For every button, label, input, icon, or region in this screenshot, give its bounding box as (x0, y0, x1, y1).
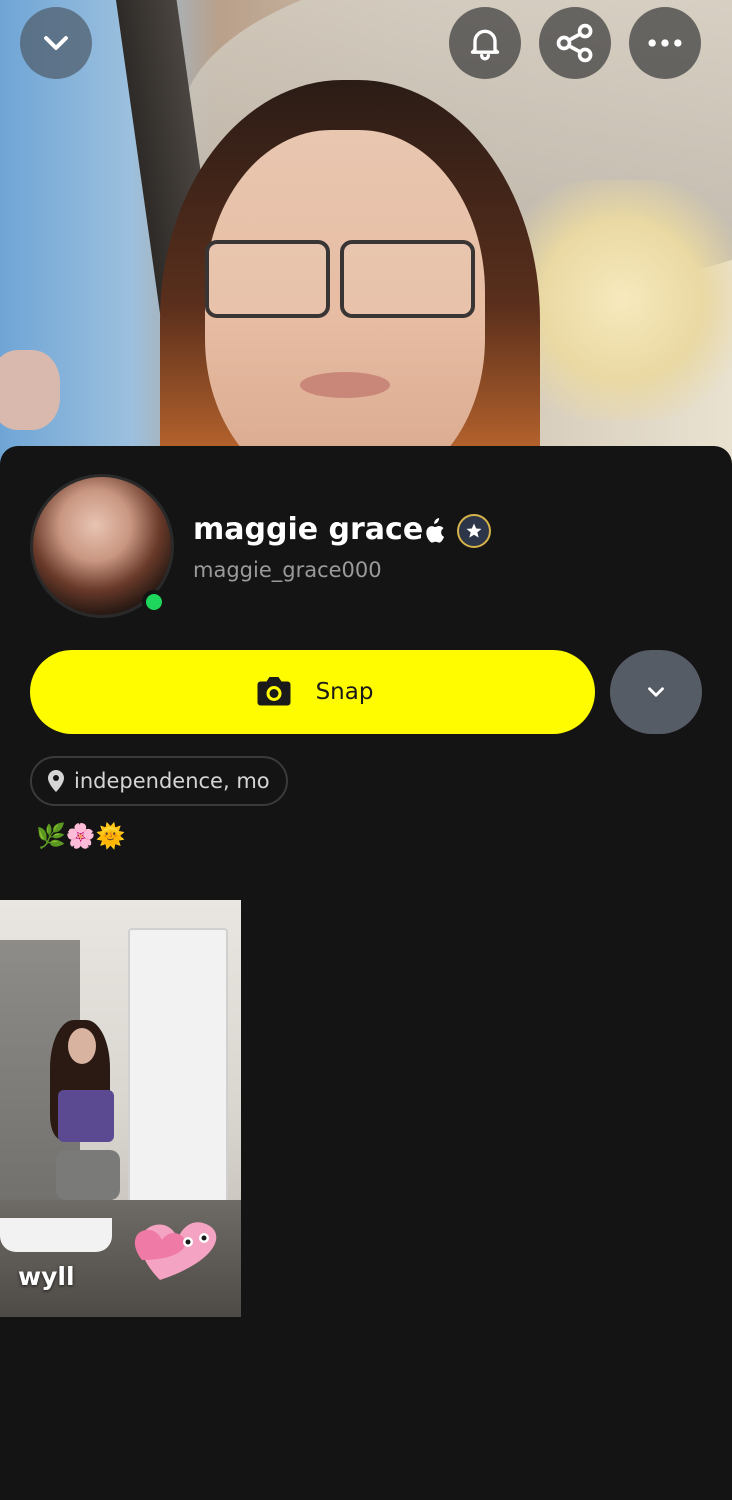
snap-button[interactable]: Snap (30, 650, 595, 734)
location-chip[interactable]: independence, mo (30, 756, 288, 806)
chevron-down-icon (44, 36, 68, 50)
more-actions-dropdown[interactable] (610, 650, 702, 734)
heart-sticker-icon (134, 1222, 217, 1280)
star-badge-icon[interactable] (457, 514, 491, 548)
snap-button-label: Snap (315, 679, 374, 705)
glasses (205, 240, 330, 318)
camera-icon (257, 677, 291, 706)
story-tile[interactable]: wyll (0, 900, 241, 1317)
bio-text: 🌿🌸🌞 (36, 822, 126, 850)
username: maggie_grace000 (193, 558, 382, 582)
location-pin-icon (48, 770, 64, 792)
share-button[interactable] (539, 7, 611, 79)
notification-button[interactable] (449, 7, 521, 79)
story-caption: wyll (18, 1262, 75, 1291)
more-options-button[interactable] (629, 7, 701, 79)
apple-icon (426, 518, 445, 543)
more-icon (648, 39, 682, 47)
online-status-indicator (142, 590, 166, 614)
chevron-down-icon (648, 687, 664, 697)
profile-sheet: maggie grace maggie_grace000 Snap indepe… (0, 446, 732, 1500)
bell-icon (470, 29, 500, 61)
avatar[interactable] (30, 474, 174, 618)
collapse-button[interactable] (20, 7, 92, 79)
display-name: maggie grace (193, 512, 424, 547)
profile-hero-photo (0, 0, 732, 470)
location-text: independence, mo (74, 769, 270, 793)
share-icon (556, 23, 593, 63)
